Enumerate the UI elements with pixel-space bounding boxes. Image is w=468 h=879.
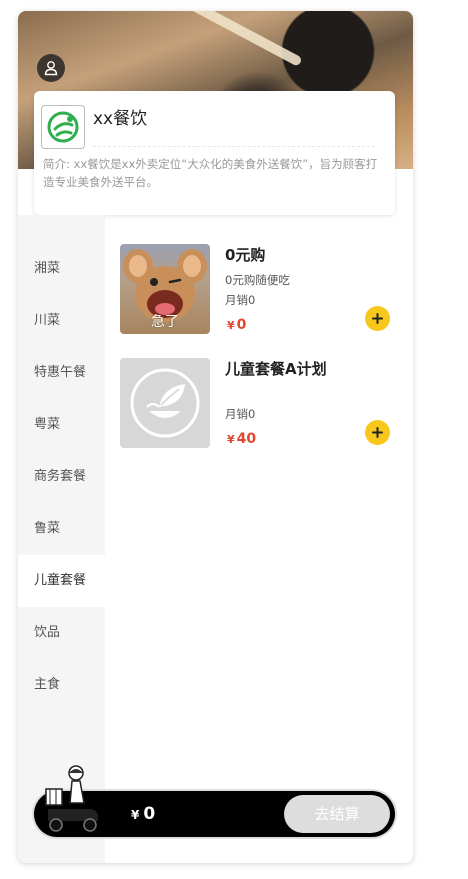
menu-item: 急了 0元购 0元购随便吃 月销0 ¥0: [120, 244, 395, 334]
cart-total-value: 0: [143, 804, 156, 824]
menu-item: 儿童套餐A计划 月销0 ¥40: [120, 358, 395, 448]
category-item[interactable]: 特惠午餐: [18, 347, 105, 399]
currency-symbol: ¥: [131, 808, 140, 822]
user-button[interactable]: [37, 54, 65, 82]
category-item[interactable]: 饮品: [18, 607, 105, 659]
plus-icon: [372, 427, 383, 438]
category-item[interactable]: 鲁菜: [18, 503, 105, 555]
item-image-placeholder[interactable]: [120, 358, 210, 448]
shop-logo-icon: [41, 105, 85, 149]
price-value: 0: [236, 317, 247, 333]
item-price: ¥40: [227, 429, 256, 449]
category-item[interactable]: 粤菜: [18, 399, 105, 451]
item-price: ¥0: [227, 315, 246, 335]
item-name: 0元购: [225, 246, 266, 264]
add-to-cart-button[interactable]: [365, 420, 390, 445]
shop-intro: 简介: xx餐饮是xx外卖定位“大众化的美食外送餐饮”，旨为顾客打造专业美食外送…: [43, 157, 378, 189]
checkout-button[interactable]: 去结算: [284, 795, 390, 833]
shop-name: xx餐饮: [93, 109, 148, 129]
banner-decoration: [183, 11, 303, 67]
currency-symbol: ¥: [227, 433, 235, 446]
item-sales: 月销0: [225, 407, 256, 421]
image-caption: 急了: [151, 314, 179, 330]
category-item[interactable]: 湘菜: [18, 243, 105, 295]
category-item-active[interactable]: 儿童套餐: [18, 555, 105, 607]
item-image[interactable]: 急了: [120, 244, 210, 334]
item-name: 儿童套餐A计划: [225, 360, 327, 378]
category-item[interactable]: 商务套餐: [18, 451, 105, 503]
plus-icon: [372, 313, 383, 324]
leaf-bowl-icon: [130, 368, 200, 438]
delivery-rider-icon: [45, 765, 98, 832]
item-description: 0元购随便吃: [225, 273, 290, 287]
add-to-cart-button[interactable]: [365, 306, 390, 331]
category-item[interactable]: 川菜: [18, 295, 105, 347]
user-icon: [44, 61, 58, 76]
category-item[interactable]: 主食: [18, 659, 105, 711]
item-sales: 月销0: [225, 293, 256, 307]
price-value: 40: [236, 431, 257, 447]
app-frame: xx餐饮 简介: xx餐饮是xx外卖定位“大众化的美食外送餐饮”，旨为顾客打造专…: [18, 11, 413, 863]
shop-info-card: xx餐饮 简介: xx餐饮是xx外卖定位“大众化的美食外送餐饮”，旨为顾客打造专…: [34, 91, 395, 215]
cart-total: ¥0: [131, 804, 155, 825]
divider: [93, 146, 375, 147]
currency-symbol: ¥: [227, 319, 235, 332]
